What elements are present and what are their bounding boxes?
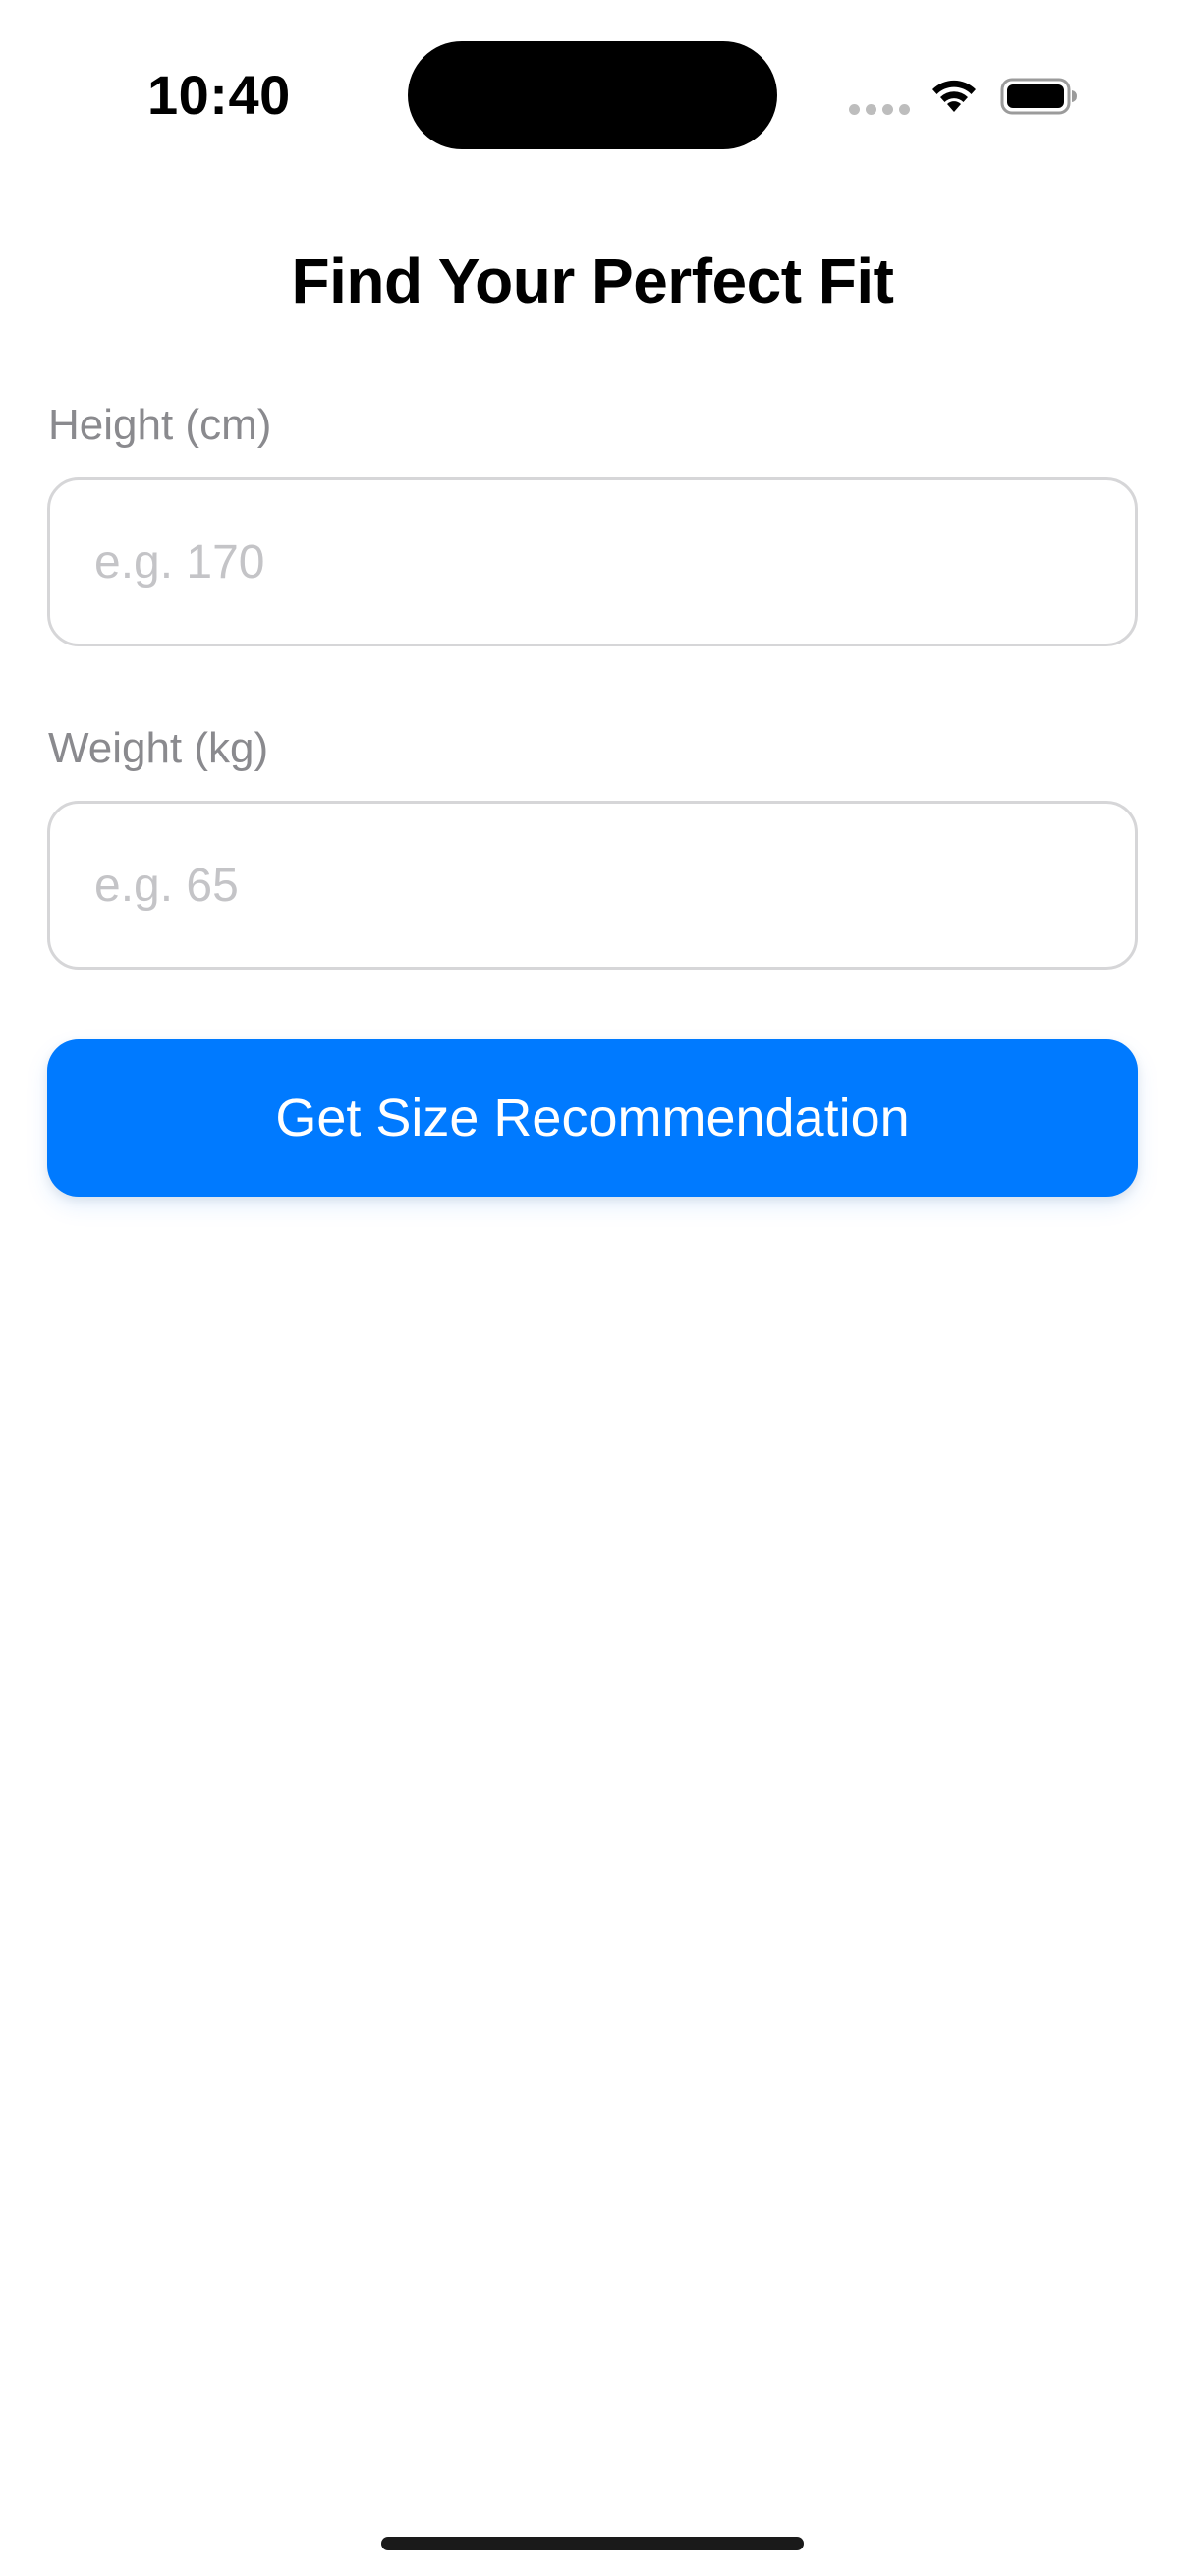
battery-icon bbox=[1000, 78, 1077, 115]
home-indicator[interactable] bbox=[381, 2537, 804, 2550]
status-bar: 10:40 bbox=[0, 0, 1185, 187]
weight-input[interactable] bbox=[47, 801, 1138, 970]
height-input[interactable] bbox=[47, 477, 1138, 646]
cellular-signal-icon bbox=[849, 104, 910, 115]
height-label: Height (cm) bbox=[48, 401, 272, 449]
page-title: Find Your Perfect Fit bbox=[291, 246, 894, 316]
dynamic-island bbox=[408, 41, 777, 149]
weight-label: Weight (kg) bbox=[48, 724, 269, 772]
get-size-recommendation-button[interactable]: Get Size Recommendation bbox=[47, 1039, 1138, 1197]
status-time: 10:40 bbox=[147, 64, 291, 126]
wifi-icon bbox=[932, 80, 976, 112]
